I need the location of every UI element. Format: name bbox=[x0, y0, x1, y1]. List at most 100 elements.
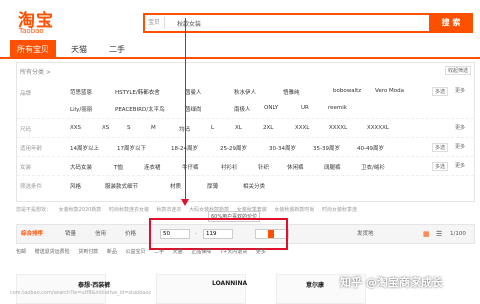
filter-option[interactable]: 南极人 bbox=[234, 105, 251, 113]
filter-option[interactable]: 针织 bbox=[258, 163, 269, 171]
filter-label: 女装 bbox=[20, 165, 32, 171]
list-view-icon[interactable]: ☰ bbox=[436, 225, 442, 243]
tab-tmall[interactable]: 天猫 bbox=[62, 40, 96, 59]
filter-option[interactable]: bobowaltz bbox=[333, 88, 361, 94]
tab-all[interactable]: 所有宝贝 bbox=[10, 40, 56, 59]
filter-option[interactable]: 衬衫衫 bbox=[221, 163, 238, 171]
filter-option[interactable]: 卫衣/绒衫 bbox=[361, 163, 385, 171]
checkbox-option[interactable]: 赠送退货运费险 bbox=[35, 249, 70, 255]
filter-option[interactable]: 35-39周岁 bbox=[313, 144, 340, 152]
checkbox-option[interactable]: 正品保障 bbox=[191, 249, 211, 255]
filter-label: 适用年龄 bbox=[20, 146, 43, 152]
filter-option[interactable]: XS bbox=[102, 125, 109, 131]
guess-item[interactable]: 时尚秋款连衣女装 bbox=[109, 207, 149, 213]
filter-option[interactable]: XXXXXL bbox=[367, 125, 389, 131]
filter-label: 尺码 bbox=[20, 127, 32, 133]
search-button[interactable]: 搜 索 bbox=[429, 13, 473, 33]
arrow-head-icon bbox=[181, 199, 189, 206]
filter-dropdown[interactable]: 服装款式细节 bbox=[105, 182, 138, 190]
option-checkboxes: 包邮 赠送退货运费险 货到付款 新品 公益宝贝 二手 天猫 正品保障 7+天内退… bbox=[16, 248, 475, 255]
filter-option[interactable]: 悟雅纯 bbox=[283, 88, 300, 96]
product-brand: 泰想·西装裤 bbox=[78, 282, 111, 289]
filter-row-size: 尺码 XXS XS S M 均码 L XL 2XL XXXL XXXXL XXX… bbox=[17, 119, 474, 138]
product-brand: LOANNINA bbox=[212, 280, 248, 287]
more-button[interactable]: 更多 bbox=[453, 124, 468, 131]
filter-option[interactable]: S bbox=[127, 125, 131, 131]
filter-row-age: 适用年龄 14周岁以上 17周岁以下 18-24周岁 25-29周岁 30-34… bbox=[17, 138, 474, 157]
tab-bar: 所有宝贝 天猫 二手 bbox=[0, 40, 480, 59]
sort-sales[interactable]: 销量 bbox=[65, 225, 76, 243]
checkbox-option[interactable]: 货到付款 bbox=[78, 249, 98, 255]
multi-select-button[interactable]: 多选 bbox=[432, 87, 449, 96]
filter-label: 品牌 bbox=[20, 91, 32, 97]
filter-dropdown[interactable]: 相关分类 bbox=[243, 182, 265, 190]
more-button[interactable]: 更多 bbox=[453, 87, 468, 94]
tab-secondhand[interactable]: 二手 bbox=[100, 40, 134, 59]
filter-option[interactable]: XXXXL bbox=[329, 125, 347, 131]
filter-option[interactable]: 40-49周岁 bbox=[357, 144, 384, 152]
search-input[interactable] bbox=[177, 16, 397, 30]
filter-option[interactable]: 17周岁以下 bbox=[117, 144, 146, 152]
multi-select-button[interactable]: 多选 bbox=[432, 162, 449, 171]
guess-item[interactable]: 女装秋装新款时尚 bbox=[274, 207, 314, 213]
sort-default[interactable]: 综合排序 bbox=[21, 225, 43, 243]
sort-price[interactable]: 价格 bbox=[125, 225, 136, 243]
checkbox-option[interactable]: 7+天内退货 bbox=[220, 249, 247, 255]
checkbox-option[interactable]: 新品 bbox=[107, 249, 117, 255]
filter-option[interactable]: 大码女装 bbox=[70, 163, 92, 171]
search-bar: 宝贝 搜 索 bbox=[143, 13, 473, 33]
product-brand: 意尔康 bbox=[306, 282, 325, 289]
filter-option[interactable]: XXS bbox=[70, 125, 81, 131]
filter-row-brand: 品牌 范思蓝恩 HSTYLE/韩都衣舍 茵曼人 秋水伊人 悟雅纯 bobowal… bbox=[17, 77, 474, 119]
multi-select-button[interactable]: 多选 bbox=[432, 143, 449, 152]
filter-option[interactable]: 范思蓝恩 bbox=[70, 88, 92, 96]
sort-credit[interactable]: 信用 bbox=[95, 225, 106, 243]
filter-option[interactable]: L bbox=[211, 125, 214, 131]
filter-option[interactable]: 秋水伊人 bbox=[234, 88, 256, 96]
filter-option[interactable]: Vero Moda bbox=[375, 88, 404, 94]
category-nav[interactable]: 所有分类 > bbox=[20, 67, 51, 76]
highlight-box bbox=[149, 218, 288, 250]
filter-option[interactable]: 茵曼人 bbox=[185, 88, 202, 96]
more-button[interactable]: 更多 bbox=[453, 143, 468, 150]
collapse-filter-button[interactable]: 收起筛选 bbox=[444, 66, 471, 75]
filter-row-womenswear: 女装 大码女装 T恤 连衣裙 牛仔裤 衬衫衫 针织 休闲裤 阔腿裤 卫衣/绒衫 … bbox=[17, 157, 474, 176]
guess-item[interactable]: 秋款衣连衣 bbox=[157, 207, 182, 213]
filter-option[interactable]: 25-29周岁 bbox=[220, 144, 247, 152]
filter-option[interactable]: PEACEBIRD/太平鸟 bbox=[115, 105, 165, 113]
filter-option[interactable]: T恤 bbox=[114, 163, 123, 171]
grid-view-icon[interactable]: ▦ bbox=[423, 225, 430, 243]
filter-option[interactable]: XXXL bbox=[295, 125, 309, 131]
filter-option[interactable]: HSTYLE/韩都衣舍 bbox=[115, 88, 160, 96]
filter-option[interactable]: reemik bbox=[328, 105, 347, 111]
checkbox-option[interactable]: 天猫 bbox=[173, 249, 183, 255]
filter-option[interactable]: M bbox=[151, 125, 156, 131]
filter-option[interactable]: 14周岁以上 bbox=[70, 144, 99, 152]
filter-option[interactable]: 2XL bbox=[263, 125, 273, 131]
filter-option[interactable]: XL bbox=[235, 125, 242, 131]
status-url: com.taobao.com/search?ie=utf8&initiative… bbox=[10, 290, 152, 296]
checkbox-option[interactable]: 二手 bbox=[154, 249, 164, 255]
filter-label: 筛选条件 bbox=[20, 184, 43, 190]
filter-panel: 所有分类 > 收起筛选 品牌 范思蓝恩 HSTYLE/韩都衣舍 茵曼人 秋水伊人… bbox=[16, 62, 475, 202]
filter-option[interactable]: 30-34周岁 bbox=[269, 144, 296, 152]
filter-dropdown[interactable]: 材质 bbox=[170, 182, 181, 190]
filter-option[interactable]: 阔腿裤 bbox=[324, 163, 341, 171]
guess-item[interactable]: 女装秋款2020新款 bbox=[59, 207, 102, 213]
filter-option[interactable]: 休闲裤 bbox=[287, 163, 304, 171]
filter-dropdown[interactable]: 厚薄 bbox=[207, 182, 218, 190]
guess-label: 您是不是想找： bbox=[16, 207, 52, 213]
checkbox-option[interactable]: 包邮 bbox=[16, 249, 26, 255]
search-scope-select[interactable]: 宝贝 bbox=[148, 17, 166, 29]
filter-dropdown[interactable]: 风格 bbox=[70, 182, 81, 190]
more-button[interactable]: 更多 bbox=[453, 162, 468, 169]
checkbox-option[interactable]: 公益宝贝 bbox=[125, 249, 145, 255]
filter-option[interactable]: 连衣裙 bbox=[144, 163, 161, 171]
checkbox-option[interactable]: 更多 bbox=[256, 249, 266, 255]
filter-option[interactable]: ONLY bbox=[264, 105, 278, 111]
guess-item[interactable]: 时尚女装秋季连 bbox=[322, 207, 357, 213]
ship-from-dropdown[interactable]: 发货地 bbox=[357, 225, 374, 243]
filter-option[interactable]: UR bbox=[301, 105, 309, 111]
filter-option[interactable]: 茵绿尚 bbox=[185, 105, 202, 113]
filter-option[interactable]: Lily/丽丽 bbox=[70, 105, 92, 113]
